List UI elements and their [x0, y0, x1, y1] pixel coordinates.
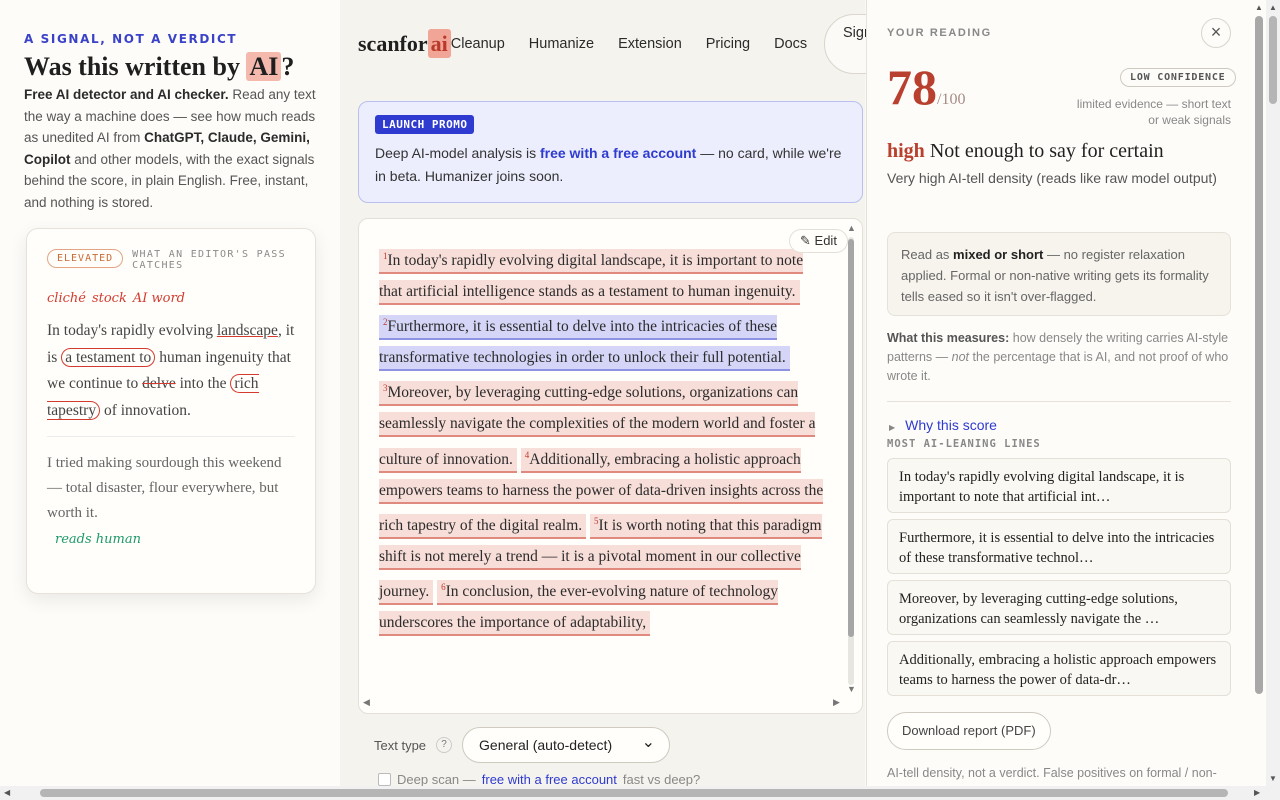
verdict-subtitle: Very high AI-tell density (reads like ra… — [887, 170, 1217, 186]
reading-panel: YOUR READING × 78/100 LOW CONFIDENCE lim… — [866, 0, 1250, 786]
verdict: high Not enough to say for certain — [887, 140, 1164, 162]
logo[interactable]: scanfor ai — [358, 29, 451, 58]
edit-button[interactable]: ✎ Edit — [789, 229, 848, 253]
window-horizontal-scrollbar[interactable]: ◀ ▶ — [0, 786, 1280, 800]
text-horizontal-scrollbar[interactable]: ◀ ▶ — [359, 697, 849, 713]
nav-link-pricing[interactable]: Pricing — [706, 36, 750, 52]
tag-ai-word: AI word — [132, 291, 185, 306]
text-scrollbar[interactable]: ▲ ▼ — [845, 223, 857, 695]
reads-human-label: reads human — [55, 532, 141, 547]
ai-sample-text: In today's rapidly evolving landscape, i… — [47, 322, 295, 420]
human-sample-text: I tried making sourdough this weekend — … — [47, 455, 282, 521]
top-nav: scanfor ai Cleanup Humanize Extension Pri… — [358, 14, 904, 74]
text-type-row: Text type ? General (auto-detect) — [374, 727, 671, 763]
nav-link-humanize[interactable]: Humanize — [529, 36, 594, 52]
nav-link-cleanup[interactable]: Cleanup — [451, 36, 505, 52]
highlighted-text: 1In today's rapidly evolving digital lan… — [379, 241, 829, 638]
register-note: Read as mixed or short — no register rel… — [887, 232, 1231, 316]
confidence-note: limited evidence — short text or weak si… — [1076, 97, 1231, 127]
deep-scan-free-account-link[interactable]: free with a free account — [482, 772, 617, 787]
promo-free-account-link[interactable]: free with a free account — [540, 145, 696, 161]
ai-line-item[interactable]: Moreover, by leveraging cutting-edge sol… — [887, 580, 1231, 635]
fast-vs-deep-hint[interactable]: fast vs deep? — [623, 772, 700, 787]
highlighted-sentence[interactable]: 1In today's rapidly evolving digital lan… — [379, 249, 804, 306]
highlighted-sentence[interactable]: 6In conclusion, the ever-evolving nature… — [379, 579, 778, 636]
ai-highlight: AI — [246, 52, 282, 81]
launch-promo-banner: LAUNCH PROMO Deep AI-model analysis is f… — [358, 101, 863, 203]
promo-text: Deep AI-model analysis is free with a fr… — [375, 145, 842, 184]
footnote: AI-tell density, not a verdict. False po… — [887, 766, 1217, 780]
window-vertical-scrollbar[interactable]: ▲ ▼ — [1266, 0, 1280, 786]
highlighted-sentence[interactable]: 2Furthermore, it is essential to delve i… — [379, 315, 790, 372]
hero-description: Free AI detector and AI checker. Read an… — [24, 87, 316, 210]
download-report-button[interactable]: Download report (PDF) — [887, 712, 1051, 750]
checker-panel: scanfor ai Cleanup Humanize Extension Pri… — [340, 0, 904, 787]
hero-panel: A SIGNAL, NOT A VERDICT Was this written… — [0, 0, 340, 786]
ai-line-item[interactable]: Furthermore, it is essential to delve in… — [887, 519, 1231, 574]
hero-eyebrow: A SIGNAL, NOT A VERDICT — [24, 32, 238, 46]
scroll-down-arrow[interactable]: ▼ — [847, 684, 856, 694]
text-type-label: Text type — [374, 737, 427, 753]
scroll-right-arrow[interactable]: ▶ — [833, 697, 840, 708]
editor-pass-card: ELEVATED WHAT AN EDITOR'S PASS CATCHES c… — [26, 228, 316, 594]
deep-scan-row: Deep scan — free with a free account fas… — [378, 772, 700, 787]
nav-link-docs[interactable]: Docs — [774, 36, 807, 52]
tag-legend: cliché stock AI word — [47, 291, 295, 306]
text-type-select[interactable]: General (auto-detect) — [462, 727, 671, 763]
tag-cliche: cliché — [47, 291, 86, 306]
confidence-badge: LOW CONFIDENCE — [1120, 68, 1236, 87]
triangle-right-icon: ▶ — [889, 423, 896, 432]
deep-scan-checkbox[interactable] — [378, 773, 391, 786]
scroll-up-arrow[interactable]: ▲ — [847, 223, 856, 233]
ai-lines-heading: MOST AI-LEANING LINES — [887, 438, 1041, 450]
elevated-badge: ELEVATED — [47, 249, 124, 268]
card-label: WHAT AN EDITOR'S PASS CATCHES — [132, 249, 286, 271]
hero-title: Was this written by AI? — [24, 52, 295, 81]
ai-line-item[interactable]: Additionally, embracing a holistic appro… — [887, 641, 1231, 696]
card-divider — [47, 436, 295, 437]
measures-note: What this measures: how densely the writ… — [887, 331, 1229, 383]
help-icon[interactable]: ? — [436, 737, 453, 753]
ai-line-item[interactable]: In today's rapidly evolving digital land… — [887, 458, 1231, 513]
analyzed-text-pane[interactable]: 1In today's rapidly evolving digital lan… — [358, 218, 863, 714]
why-this-score-toggle[interactable]: ▶ Why this score — [889, 417, 997, 433]
scroll-left-arrow[interactable]: ◀ — [363, 697, 370, 708]
nav-link-extension[interactable]: Extension — [618, 36, 682, 52]
close-icon[interactable]: × — [1201, 18, 1231, 48]
divider — [887, 401, 1231, 402]
reading-title: YOUR READING — [887, 27, 992, 39]
tag-stock: stock — [91, 291, 127, 306]
promo-badge: LAUNCH PROMO — [375, 115, 475, 134]
pencil-icon: ✎ — [800, 233, 811, 248]
score: 78/100 — [887, 59, 966, 115]
